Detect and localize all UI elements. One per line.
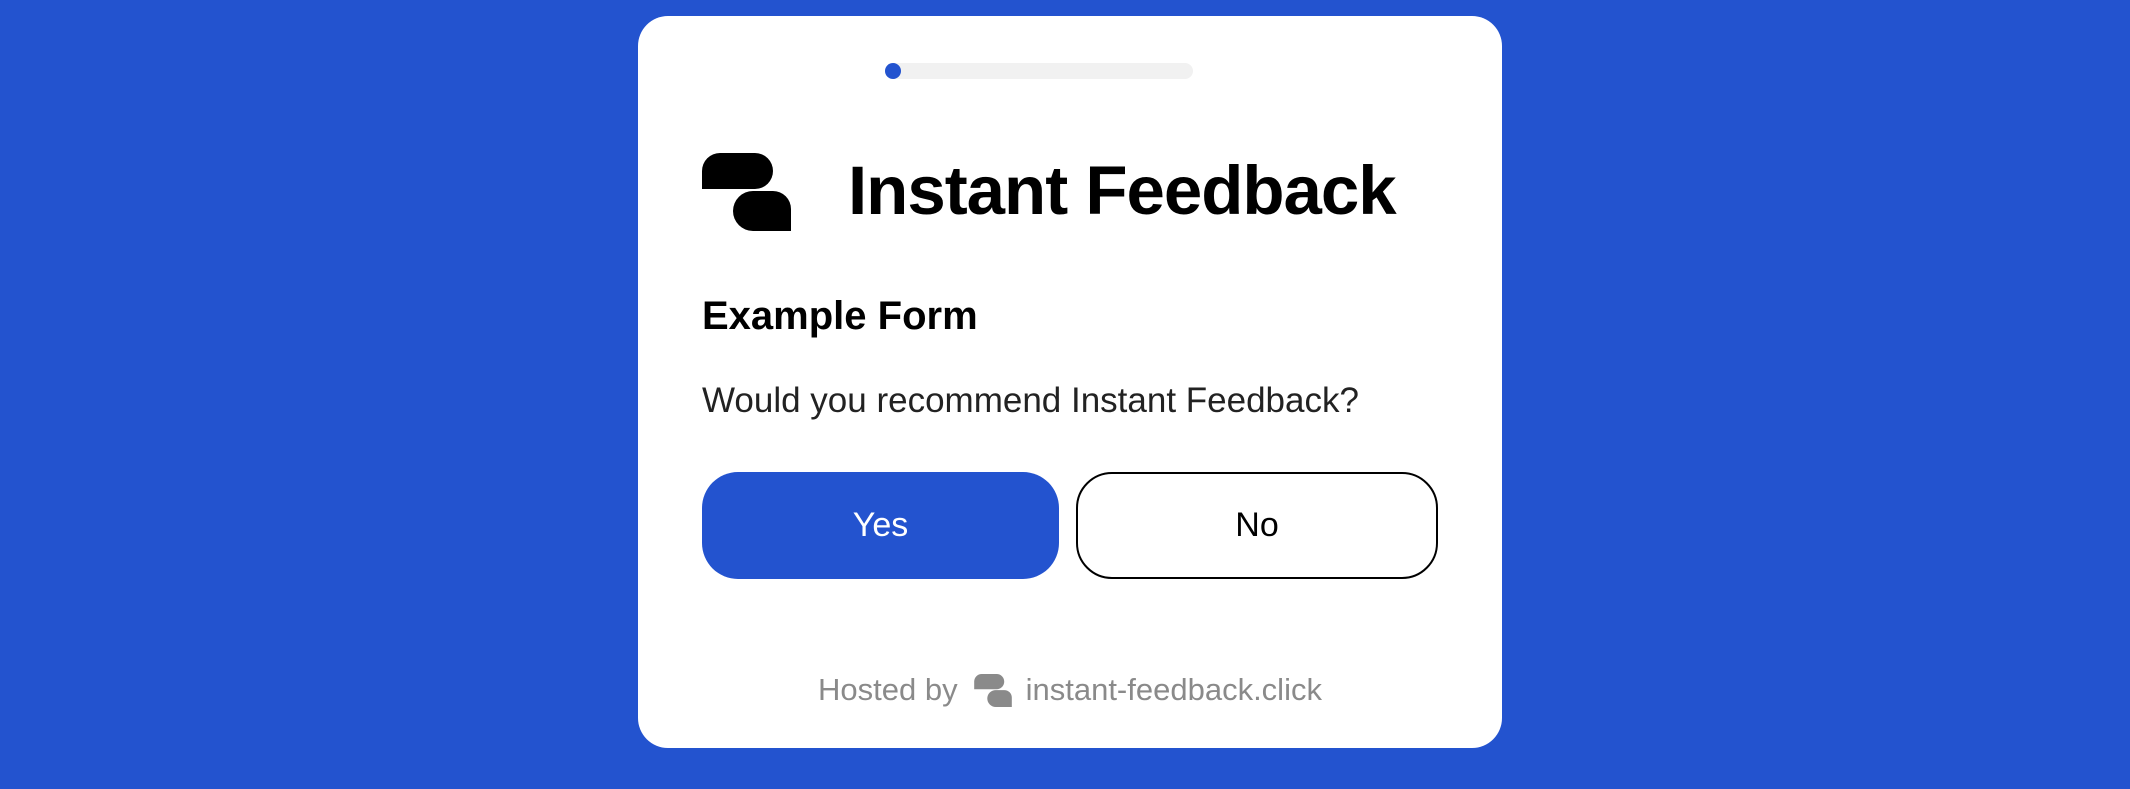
progress-bar xyxy=(885,63,1193,79)
instant-feedback-link[interactable]: instant-feedback.click xyxy=(1026,672,1322,708)
chat-bubbles-logo-icon xyxy=(702,153,791,231)
form-title: Example Form xyxy=(702,294,978,338)
question-text: Would you recommend Instant Feedback? xyxy=(702,381,1359,420)
brand-name: Instant Feedback xyxy=(848,152,1397,229)
chat-bubbles-logo-icon xyxy=(973,673,1012,707)
hosted-by-label: Hosted by xyxy=(818,672,958,707)
progress-indicator xyxy=(885,63,901,79)
yes-button[interactable]: Yes xyxy=(702,472,1059,579)
no-button[interactable]: No xyxy=(1076,472,1438,579)
brand-header: Instant Feedback xyxy=(702,136,1502,236)
feedback-card: Instant Feedback Example Form Would you … xyxy=(638,16,1502,748)
hosted-by-footer: Hosted by instant-feedback.click xyxy=(638,672,1502,708)
